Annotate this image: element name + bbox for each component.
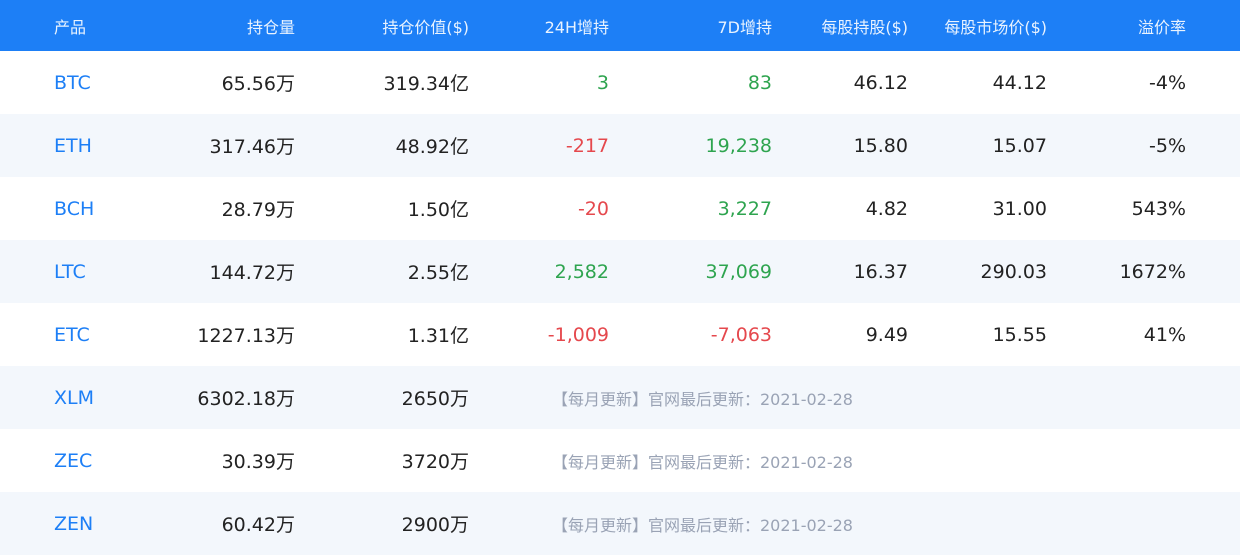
change-24h: 3: [596, 71, 609, 94]
column-header-holdings[interactable]: 持仓量: [150, 0, 295, 51]
change-7d: 19,238: [705, 134, 772, 157]
change-24h: -1,009: [547, 323, 609, 346]
holdings-value: 1227.13万: [197, 325, 295, 347]
table-row[interactable]: BTC 65.56万 319.34亿 3 83 46.12 44.12 -4%: [0, 51, 1240, 114]
holding-value: 1.50亿: [407, 199, 469, 221]
holdings-value: 28.79万: [221, 199, 295, 221]
holdings-value: 65.56万: [221, 73, 295, 95]
table-row[interactable]: ETH 317.46万 48.92亿 -217 19,238 15.80 15.…: [0, 114, 1240, 177]
column-header-holding-per-share[interactable]: 每股持股($): [790, 0, 908, 51]
change-7d: 37,069: [705, 260, 772, 283]
holdings-value: 6302.18万: [197, 388, 295, 410]
monthly-update-note: 【每月更新】官网最后更新：2021-02-28: [552, 515, 853, 535]
holdings-value: 317.46万: [209, 136, 295, 158]
holding-per-share: 46.12: [853, 71, 908, 94]
holding-value: 2900万: [401, 514, 469, 536]
holding-value: 319.34亿: [383, 73, 469, 95]
change-7d: 83: [747, 71, 772, 94]
table-row[interactable]: ZEN 60.42万 2900万 【每月更新】官网最后更新：2021-02-28: [0, 492, 1240, 555]
holding-value: 3720万: [401, 451, 469, 473]
holding-value: 1.31亿: [407, 325, 469, 347]
change-7d: 3,227: [717, 197, 772, 220]
column-header-holding-value[interactable]: 持仓价值($): [320, 0, 469, 51]
holdings-value: 60.42万: [221, 514, 295, 536]
premium-rate: 543%: [1131, 197, 1186, 220]
table-row[interactable]: ZEC 30.39万 3720万 【每月更新】官网最后更新：2021-02-28: [0, 429, 1240, 492]
holding-value: 2.55亿: [407, 262, 469, 284]
market-price-per-share: 290.03: [980, 260, 1047, 283]
change-24h: 2,582: [554, 260, 609, 283]
column-header-market-price-per-share[interactable]: 每股市场价($): [920, 0, 1047, 51]
premium-rate: 1672%: [1119, 260, 1186, 283]
holding-per-share: 16.37: [853, 260, 908, 283]
holdings-value: 144.72万: [209, 262, 295, 284]
column-header-24h-change[interactable]: 24H增持: [470, 0, 609, 51]
change-24h: -217: [565, 134, 609, 157]
table-row[interactable]: LTC 144.72万 2.55亿 2,582 37,069 16.37 290…: [0, 240, 1240, 303]
market-price-per-share: 15.55: [992, 323, 1047, 346]
change-7d: -7,063: [710, 323, 772, 346]
holding-value: 48.92亿: [395, 136, 469, 158]
table-row[interactable]: BCH 28.79万 1.50亿 -20 3,227 4.82 31.00 54…: [0, 177, 1240, 240]
premium-rate: -4%: [1149, 71, 1186, 94]
column-header-7d-change[interactable]: 7D增持: [620, 0, 772, 51]
holding-per-share: 4.82: [865, 197, 908, 220]
premium-rate: 41%: [1143, 323, 1186, 346]
premium-rate: -5%: [1149, 134, 1186, 157]
table-row[interactable]: ETC 1227.13万 1.31亿 -1,009 -7,063 9.49 15…: [0, 303, 1240, 366]
market-price-per-share: 31.00: [992, 197, 1047, 220]
change-24h: -20: [577, 197, 609, 220]
holding-per-share: 15.80: [853, 134, 908, 157]
holding-value: 2650万: [401, 388, 469, 410]
monthly-update-note: 【每月更新】官网最后更新：2021-02-28: [552, 452, 853, 472]
column-header-premium-rate[interactable]: 溢价率: [1060, 0, 1186, 51]
market-price-per-share: 44.12: [992, 71, 1047, 94]
table-header: 产品 持仓量 持仓价值($) 24H增持 7D增持 每股持股($) 每股市场价(…: [0, 0, 1240, 51]
holdings-value: 30.39万: [221, 451, 295, 473]
monthly-update-note: 【每月更新】官网最后更新：2021-02-28: [552, 389, 853, 409]
holding-per-share: 9.49: [865, 323, 908, 346]
holdings-table: 产品 持仓量 持仓价值($) 24H增持 7D增持 每股持股($) 每股市场价(…: [0, 0, 1240, 558]
table-row[interactable]: XLM 6302.18万 2650万 【每月更新】官网最后更新：2021-02-…: [0, 366, 1240, 429]
market-price-per-share: 15.07: [992, 134, 1047, 157]
